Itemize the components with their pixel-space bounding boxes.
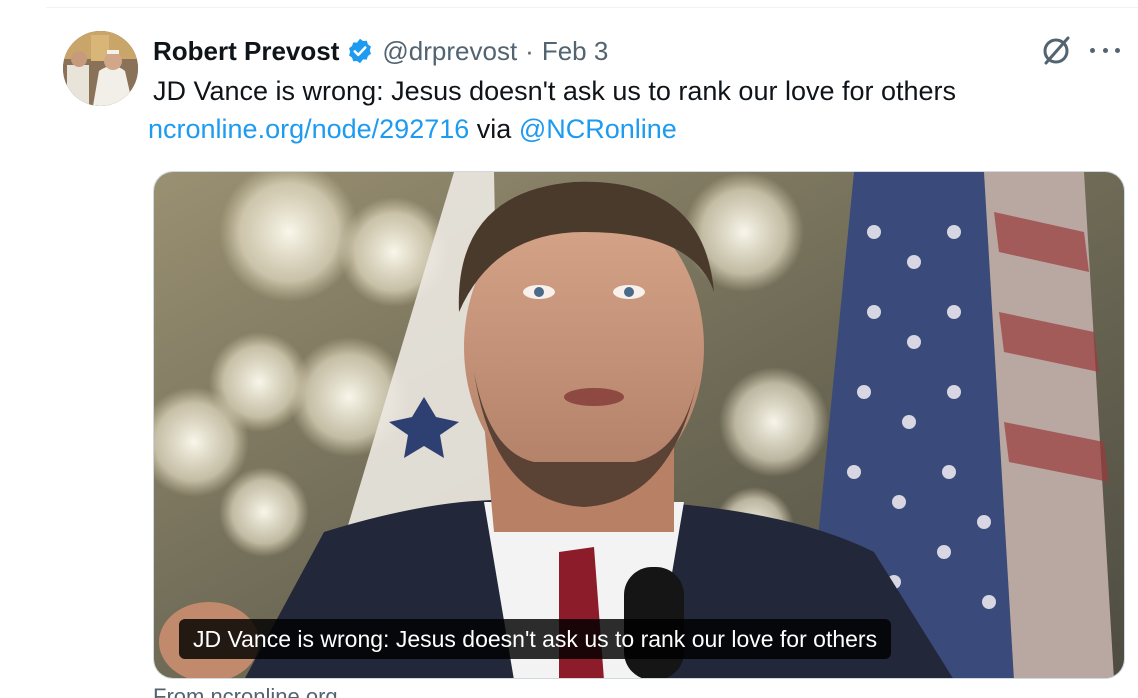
via-text: via bbox=[476, 114, 512, 144]
link-card[interactable]: JD Vance is wrong: Jesus doesn't ask us … bbox=[153, 171, 1125, 679]
card-image bbox=[154, 172, 1124, 678]
more-dot bbox=[1090, 47, 1095, 53]
avatar-image bbox=[63, 31, 138, 106]
mention-link[interactable]: @NCRonline bbox=[519, 114, 677, 144]
tweet-link-line: ncronline.org/node/292716 via @NCRonline bbox=[148, 110, 677, 148]
tweet-text: JD Vance is wrong: Jesus doesn't ask us … bbox=[153, 76, 957, 106]
more-dot bbox=[1115, 47, 1120, 53]
more-dot bbox=[1102, 47, 1108, 53]
avatar[interactable] bbox=[63, 31, 138, 106]
tweet-header: Robert Prevost @drprevost · Feb 3 bbox=[153, 34, 608, 68]
card-caption: JD Vance is wrong: Jesus doesn't ask us … bbox=[179, 619, 892, 659]
verified-badge-icon bbox=[346, 37, 374, 65]
article-link[interactable]: ncronline.org/node/292716 bbox=[148, 114, 469, 144]
timestamp[interactable]: Feb 3 bbox=[542, 36, 609, 67]
card-source[interactable]: From ncronline.org bbox=[153, 684, 338, 698]
top-divider bbox=[46, 7, 1138, 8]
display-name[interactable]: Robert Prevost bbox=[153, 36, 339, 67]
handle[interactable]: @drprevost bbox=[382, 36, 517, 67]
grok-icon[interactable] bbox=[1040, 33, 1074, 67]
separator-dot: · bbox=[525, 35, 534, 66]
more-options-icon[interactable] bbox=[1090, 40, 1120, 60]
